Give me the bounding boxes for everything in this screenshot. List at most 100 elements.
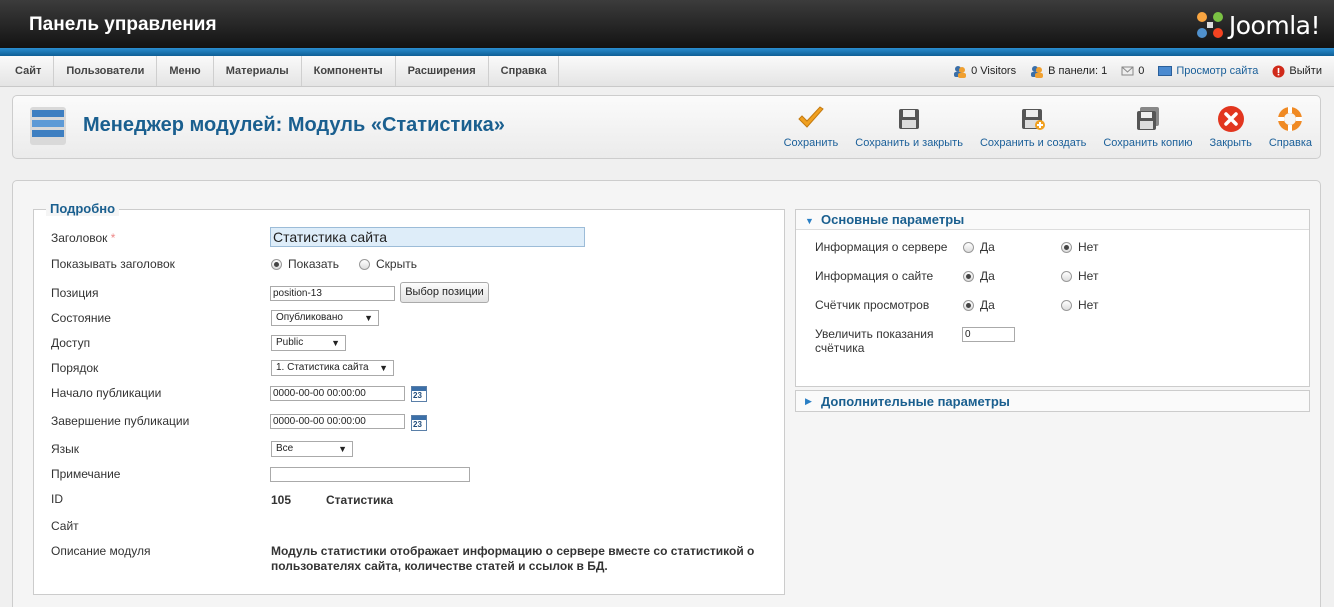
in-panel-count: В панели: 1 — [1048, 65, 1108, 77]
in-panel-status: В панели: 1 — [1030, 65, 1107, 78]
joomla-flower-icon — [1196, 12, 1223, 38]
visitors-status: 0 Visitors — [953, 65, 1016, 78]
module-type-value: Статистика — [326, 493, 394, 507]
state-select[interactable]: Опубликовано ▼ — [271, 310, 379, 326]
server-info-yes-radio[interactable] — [963, 242, 974, 254]
save-new-button[interactable]: Сохранить и создать — [980, 104, 1086, 154]
floppy-plus-icon — [1022, 109, 1046, 130]
menu-item-help[interactable]: Справка — [489, 56, 560, 86]
publish-up-input[interactable]: 0000-00-00 00:00:00 — [270, 386, 405, 401]
order-label: Порядок — [51, 361, 99, 375]
menu-item-content[interactable]: Материалы — [214, 56, 302, 86]
basic-params-title: Основные параметры — [821, 212, 965, 227]
site-info-yes-option[interactable]: Да — [963, 269, 995, 283]
help-label: Справка — [1268, 137, 1312, 149]
module-description: Модуль статистики отображает информацию … — [271, 544, 755, 573]
title-label: Заголовок * — [51, 231, 116, 245]
menu-item-components[interactable]: Компоненты — [302, 56, 396, 86]
hits-yes-option[interactable]: Да — [963, 298, 995, 312]
show-title-hide-option[interactable]: Скрыть — [359, 257, 417, 271]
close-label: Закрыть — [1209, 137, 1252, 149]
module-manager-icon — [30, 107, 66, 145]
position-input[interactable]: position-13 — [270, 286, 395, 301]
toolbar-box: Менеджер модулей: Модуль «Статистика» Со… — [12, 95, 1321, 159]
hide-radio[interactable] — [359, 259, 370, 271]
language-label: Язык — [51, 442, 80, 456]
site-info-no-radio[interactable] — [1061, 271, 1072, 283]
site-info-no-option[interactable]: Нет — [1061, 269, 1098, 283]
publish-down-input[interactable]: 0000-00-00 00:00:00 — [270, 414, 405, 429]
admin-users-icon — [1031, 65, 1044, 78]
save-new-label: Сохранить и создать — [979, 137, 1087, 149]
messages-icon — [1121, 66, 1134, 76]
help-button[interactable]: Справка — [1269, 104, 1312, 154]
position-label: Позиция — [51, 286, 99, 300]
header-title: Панель управления — [29, 14, 217, 35]
joomla-logo: Joomla! — [1194, 9, 1321, 41]
publish-up-label: Начало публикации — [51, 386, 162, 400]
server-info-no-option[interactable]: Нет — [1061, 240, 1098, 254]
save-close-button[interactable]: Сохранить и закрыть — [855, 104, 963, 154]
description-label: Описание модуля — [51, 544, 151, 558]
show-radio[interactable] — [271, 259, 282, 271]
main-menu: Сайт Пользователи Меню Материалы Компоне… — [3, 56, 560, 86]
note-input[interactable] — [270, 467, 470, 482]
server-info-label: Информация о сервере — [815, 240, 948, 254]
lifebuoy-icon — [1278, 107, 1303, 131]
calendar-icon[interactable]: 23 — [411, 386, 427, 402]
dropdown-arrow-icon: ▼ — [364, 313, 373, 323]
collapsed-triangle-icon: ▶ — [805, 396, 812, 406]
state-label: Состояние — [51, 311, 111, 325]
server-info-yes-option[interactable]: Да — [963, 240, 995, 254]
view-site-label: Просмотр сайта — [1176, 65, 1259, 77]
basic-params-header[interactable]: ▼ Основные параметры — [796, 210, 1309, 230]
order-select[interactable]: 1. Статистика сайта ▼ — [271, 360, 394, 376]
header: Панель управления Joomla! — [0, 0, 1334, 50]
site-info-yes-radio[interactable] — [963, 271, 974, 283]
messages-status[interactable]: 0 — [1121, 65, 1144, 77]
save-copy-button[interactable]: Сохранить копию — [1103, 104, 1192, 154]
site-label: Сайт — [51, 519, 79, 533]
menu-item-users[interactable]: Пользователи — [54, 56, 158, 86]
select-position-button[interactable]: Выбор позиции — [400, 282, 489, 303]
joomla-logo-text: Joomla! — [1228, 10, 1321, 40]
floppy-icon — [899, 109, 920, 129]
increase-counter-input[interactable]: 0 — [962, 327, 1015, 342]
logout-link[interactable]: Выйти — [1272, 65, 1322, 78]
dropdown-arrow-icon: ▼ — [338, 444, 347, 454]
save-close-label: Сохранить и закрыть — [855, 137, 963, 149]
note-label: Примечание — [51, 467, 121, 481]
title-input[interactable]: Статистика сайта — [270, 227, 585, 247]
menu-item-site[interactable]: Сайт — [3, 56, 55, 86]
close-button[interactable]: Закрыть — [1209, 104, 1252, 154]
show-title-label: Показывать заголовок — [51, 257, 175, 271]
id-value: 105 — [271, 493, 292, 507]
monitor-icon — [1158, 65, 1173, 76]
header-stripe — [0, 48, 1334, 56]
details-legend: Подробно — [46, 201, 120, 216]
site-info-label: Информация о сайте — [815, 269, 934, 283]
view-site-link[interactable]: Просмотр сайта — [1158, 65, 1258, 77]
hits-yes-radio[interactable] — [963, 300, 974, 312]
advanced-params-title: Дополнительные параметры — [821, 394, 1010, 409]
logout-label: Выйти — [1289, 65, 1322, 77]
hits-no-radio[interactable] — [1061, 300, 1072, 312]
save-button[interactable]: Сохранить — [784, 104, 838, 154]
server-info-no-radio[interactable] — [1061, 242, 1072, 254]
page-title: Менеджер модулей: Модуль «Статистика» — [83, 114, 505, 136]
checkmark-icon — [798, 106, 824, 128]
advanced-params-header[interactable]: ▶ Дополнительные параметры — [795, 390, 1310, 412]
access-select[interactable]: Public ▼ — [271, 335, 346, 351]
calendar-icon[interactable]: 23 — [411, 415, 427, 431]
language-select[interactable]: Все ▼ — [271, 441, 353, 457]
menu-item-menus[interactable]: Меню — [157, 56, 214, 86]
access-label: Доступ — [51, 336, 91, 350]
show-title-show-option[interactable]: Показать — [271, 257, 339, 271]
dropdown-arrow-icon: ▼ — [331, 338, 340, 348]
hits-counter-label: Счётчик просмотров — [815, 298, 930, 312]
menu-item-extensions[interactable]: Расширения — [396, 56, 489, 86]
required-mark: * — [110, 231, 116, 245]
hits-no-option[interactable]: Нет — [1061, 298, 1098, 312]
dropdown-arrow-icon: ▼ — [379, 363, 388, 373]
save-copy-label: Сохранить копию — [1103, 137, 1193, 149]
